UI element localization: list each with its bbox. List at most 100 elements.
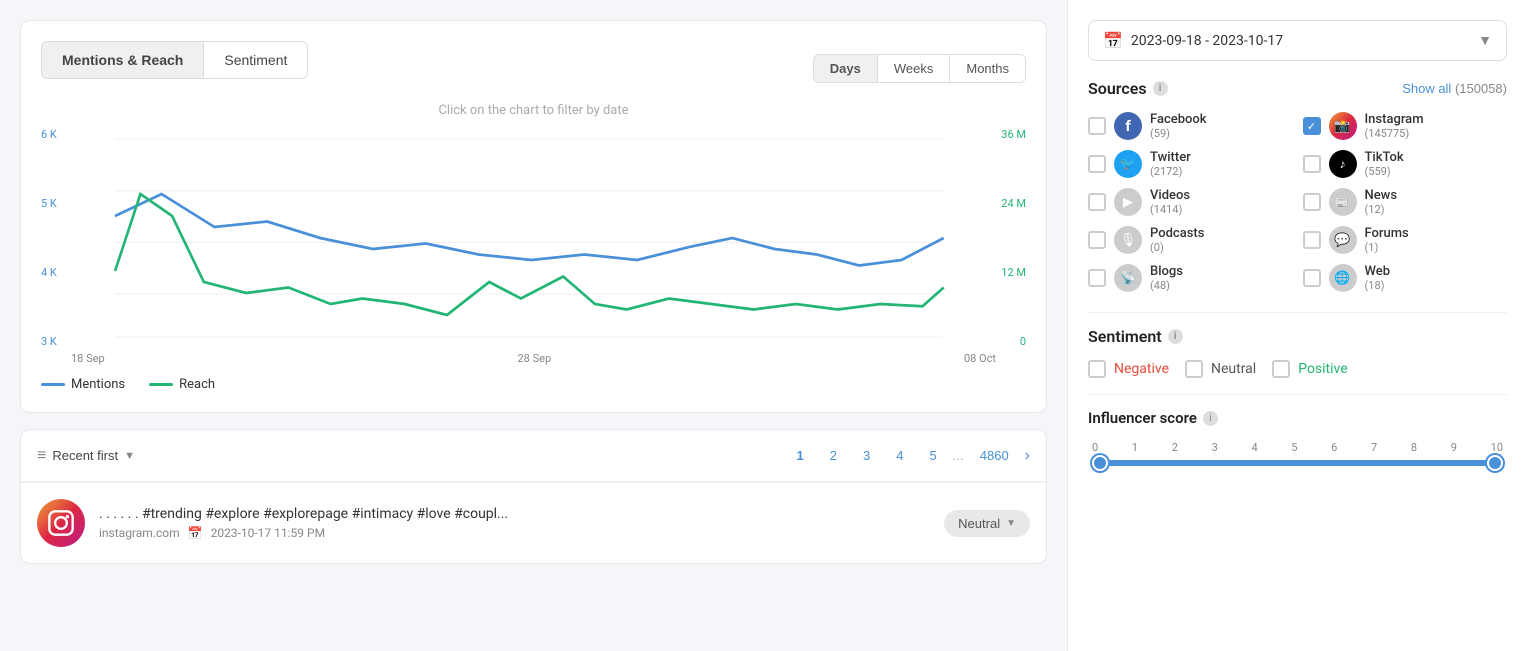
twitter-name: Twitter — [1150, 150, 1191, 165]
podcasts-name: Podcasts — [1150, 226, 1204, 241]
podcasts-icon: 🎙 — [1114, 226, 1142, 254]
page-next-button[interactable]: › — [1025, 447, 1030, 465]
sentiment-chevron-icon: ▼ — [1006, 518, 1016, 529]
period-days[interactable]: Days — [814, 55, 878, 82]
chart-svg[interactable] — [41, 128, 1026, 348]
forums-info: Forums (1) — [1365, 226, 1409, 254]
sort-label: Recent first — [52, 448, 118, 463]
negative-checkbox[interactable] — [1088, 360, 1106, 378]
tiktok-icon: ♪ — [1329, 150, 1357, 178]
date-picker-chevron-icon: ▼ — [1478, 32, 1492, 49]
facebook-count: (59) — [1150, 127, 1207, 140]
twitter-icon: 🐦 — [1114, 150, 1142, 178]
calendar-icon: 📅 — [1103, 31, 1123, 50]
chart-hint: Click on the chart to filter by date — [41, 103, 1026, 118]
twitter-info: Twitter (2172) — [1150, 150, 1191, 178]
sentiment-header: Sentiment i — [1088, 327, 1507, 346]
facebook-icon: f — [1114, 112, 1142, 140]
page-dots: ... — [953, 448, 964, 464]
mentions-label: Mentions — [71, 377, 125, 392]
date-picker[interactable]: 📅 2023-09-18 - 2023-10-17 ▼ — [1088, 20, 1507, 61]
tab-mentions-reach[interactable]: Mentions & Reach — [41, 41, 203, 79]
web-checkbox[interactable] — [1303, 269, 1321, 287]
slider-track[interactable] — [1092, 460, 1503, 466]
sort-button[interactable]: ≡ Recent first ▼ — [37, 447, 135, 465]
forums-count: (1) — [1365, 241, 1409, 254]
page-3-button[interactable]: 3 — [853, 444, 880, 467]
influencer-header: Influencer score i — [1088, 409, 1507, 427]
videos-name: Videos — [1150, 188, 1190, 203]
page-last-button[interactable]: 4860 — [970, 444, 1019, 467]
sentiment-title: Sentiment i — [1088, 327, 1183, 346]
twitter-checkbox[interactable] — [1088, 155, 1106, 173]
divider-2 — [1088, 394, 1507, 395]
instagram-checkbox[interactable] — [1303, 117, 1321, 135]
sentiment-positive[interactable]: Positive — [1272, 360, 1347, 378]
blogs-checkbox[interactable] — [1088, 269, 1106, 287]
blogs-name: Blogs — [1150, 264, 1183, 279]
page-2-button[interactable]: 2 — [820, 444, 847, 467]
facebook-name: Facebook — [1150, 112, 1207, 127]
slider-handle-left[interactable] — [1092, 455, 1108, 471]
feed-date: 2023-10-17 11:59 PM — [211, 526, 325, 540]
sort-icon: ≡ — [37, 447, 46, 465]
web-icon: 🌐 — [1329, 264, 1357, 292]
neutral-label: Neutral — [1211, 361, 1256, 377]
tiktok-checkbox[interactable] — [1303, 155, 1321, 173]
videos-checkbox[interactable] — [1088, 193, 1106, 211]
negative-label: Negative — [1114, 361, 1169, 377]
sentiment-neutral[interactable]: Neutral — [1185, 360, 1256, 378]
mentions-line — [41, 383, 65, 386]
sentiment-badge-button[interactable]: Neutral ▼ — [944, 510, 1030, 537]
feed-text: . . . . . . #trending #explore #explorep… — [99, 506, 679, 522]
feed-item: . . . . . . #trending #explore #explorep… — [21, 482, 1046, 563]
sentiment-negative[interactable]: Negative — [1088, 360, 1169, 378]
podcasts-checkbox[interactable] — [1088, 231, 1106, 249]
source-tiktok: ♪ TikTok (559) — [1303, 150, 1508, 178]
source-podcasts: 🎙 Podcasts (0) — [1088, 226, 1293, 254]
tiktok-name: TikTok — [1365, 150, 1404, 165]
period-months[interactable]: Months — [950, 55, 1025, 82]
sentiment-info-icon[interactable]: i — [1168, 329, 1183, 344]
sources-info-icon[interactable]: i — [1153, 81, 1168, 96]
slider-handle-right[interactable] — [1487, 455, 1503, 471]
date-range-label: 2023-09-18 - 2023-10-17 — [1131, 33, 1470, 49]
web-name: Web — [1365, 264, 1391, 279]
blogs-icon: 📡 — [1114, 264, 1142, 292]
period-weeks[interactable]: Weeks — [878, 55, 951, 82]
source-twitter: 🐦 Twitter (2172) — [1088, 150, 1293, 178]
source-blogs: 📡 Blogs (48) — [1088, 264, 1293, 292]
sentiment-badge-label: Neutral — [958, 516, 1000, 531]
forums-checkbox[interactable] — [1303, 231, 1321, 249]
source-facebook: f Facebook (59) — [1088, 112, 1293, 140]
positive-label: Positive — [1298, 361, 1347, 377]
influencer-title: Influencer score — [1088, 409, 1197, 427]
feed-section: ≡ Recent first ▼ 1 2 3 4 5 ... 4860 › — [20, 429, 1047, 564]
neutral-checkbox[interactable] — [1185, 360, 1203, 378]
chart-legend: Mentions Reach — [41, 377, 1026, 392]
chart-area: 6 K5 K4 K3 K 36 M24 M12 M0 — [41, 128, 1026, 348]
feed-date-icon: 📅 — [188, 526, 203, 540]
feed-meta: instagram.com 📅 2023-10-17 11:59 PM — [99, 526, 930, 540]
show-all-button[interactable]: Show all (150058) — [1402, 81, 1507, 96]
influencer-info-icon[interactable]: i — [1203, 411, 1218, 426]
instagram-info: Instagram (145775) — [1365, 112, 1424, 140]
podcasts-info: Podcasts (0) — [1150, 226, 1204, 254]
reach-label: Reach — [179, 377, 215, 392]
facebook-checkbox[interactable] — [1088, 117, 1106, 135]
positive-checkbox[interactable] — [1272, 360, 1290, 378]
news-name: News — [1365, 188, 1398, 203]
reach-line — [149, 383, 173, 386]
podcasts-count: (0) — [1150, 241, 1204, 254]
sort-chevron-icon: ▼ — [124, 450, 135, 462]
instagram-icon: 📸 — [1329, 112, 1357, 140]
legend-mentions: Mentions — [41, 377, 125, 392]
tab-sentiment[interactable]: Sentiment — [203, 41, 308, 79]
page-1-button[interactable]: 1 — [787, 444, 814, 467]
page-5-button[interactable]: 5 — [919, 444, 946, 467]
page-4-button[interactable]: 4 — [886, 444, 913, 467]
sources-header: Sources i Show all (150058) — [1088, 79, 1507, 98]
source-instagram: 📸 Instagram (145775) — [1303, 112, 1508, 140]
news-checkbox[interactable] — [1303, 193, 1321, 211]
videos-icon: ▶ — [1114, 188, 1142, 216]
